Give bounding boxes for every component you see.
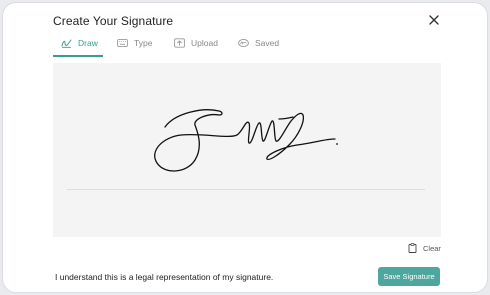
clear-label: Clear (423, 243, 441, 253)
signature-saved-icon (238, 38, 249, 48)
save-signature-button[interactable]: Save Signature (378, 267, 440, 286)
tab-upload-label: Upload (191, 38, 218, 48)
signature-baseline (67, 189, 425, 190)
close-icon[interactable] (427, 13, 441, 27)
upload-icon (174, 38, 185, 48)
active-tab-indicator (53, 55, 103, 57)
tab-saved-label: Saved (255, 38, 280, 48)
clear-button[interactable]: Clear (408, 243, 441, 253)
tab-upload[interactable]: Upload (174, 38, 218, 58)
signature-drawing (154, 109, 338, 172)
tab-type-label: Type (134, 38, 153, 48)
tab-type[interactable]: Type (117, 38, 152, 58)
clipboard-icon (408, 243, 417, 253)
signature-modal: Create Your Signature Draw Type Upload S… (2, 2, 488, 293)
legal-disclaimer: I understand this is a legal representat… (55, 272, 274, 282)
signature-canvas[interactable] (53, 63, 441, 237)
keyboard-icon (117, 39, 128, 47)
signature-tabs: Draw Type Upload Saved (53, 38, 441, 58)
pen-signature-icon (61, 39, 72, 48)
modal-title: Create Your Signature (53, 14, 174, 28)
tab-saved[interactable]: Saved (238, 38, 279, 58)
tab-draw-label: Draw (78, 38, 98, 48)
